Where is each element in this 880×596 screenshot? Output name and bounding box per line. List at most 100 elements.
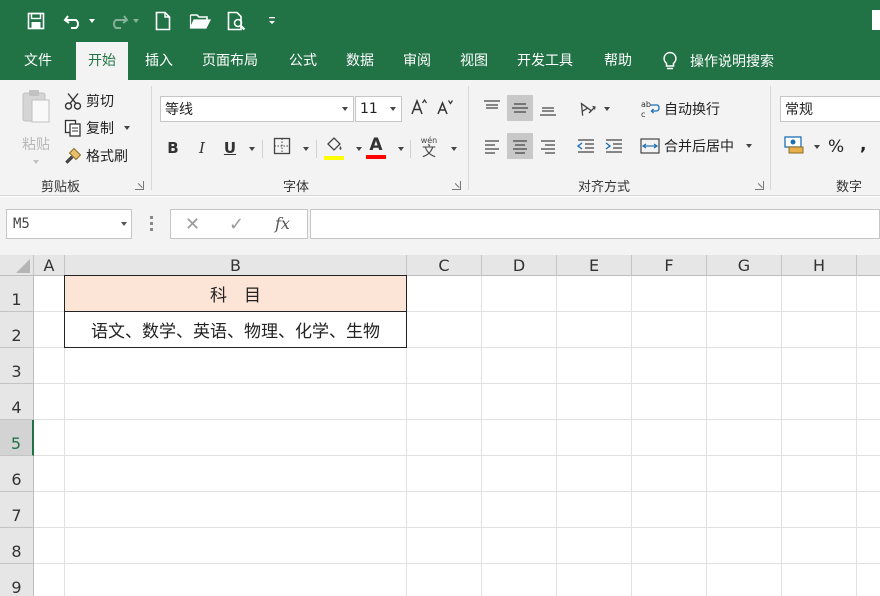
enter-icon[interactable]: ✓ [229,214,244,235]
underline-button[interactable]: U [218,136,242,160]
column-header-b[interactable]: B [65,255,407,276]
decrease-indent-button[interactable] [573,133,599,159]
cell-b1[interactable]: 科 目 [64,275,407,312]
tab-page-layout[interactable]: 页面布局 [190,42,270,80]
cancel-icon[interactable]: ✕ [185,214,200,235]
format-painter-button[interactable]: 格式刷 [64,145,128,167]
fill-color-dropdown-icon[interactable] [356,147,362,151]
row-header-5[interactable]: 5 [0,420,34,456]
merge-center-button[interactable]: 合并后居中 [640,133,752,159]
tab-home[interactable]: 开始 [76,42,128,80]
underline-dropdown-icon[interactable] [249,147,255,151]
lightbulb-icon [662,51,678,71]
orientation-dropdown-icon[interactable] [604,107,610,111]
comma-style-button[interactable]: , [860,133,866,157]
paste-dropdown-icon [33,160,39,164]
name-box-dropdown-icon[interactable] [121,222,127,226]
tab-formulas[interactable]: 公式 [277,42,329,80]
tab-data[interactable]: 数据 [334,42,386,80]
row-header-8[interactable]: 8 [0,528,34,564]
decrease-font-size-button[interactable] [435,97,455,121]
row-header-4[interactable]: 4 [0,384,34,420]
cell-b2[interactable]: 语文、数学、英语、物理、化学、生物 [64,311,407,348]
font-group-label: 字体 [283,180,310,195]
middle-align-button[interactable] [507,95,533,121]
tab-view[interactable]: 视图 [448,42,500,80]
column-header-a[interactable]: A [34,255,65,276]
tab-file[interactable]: 文件 [12,42,64,80]
undo-dropdown-icon[interactable] [86,8,98,34]
column-header-h[interactable]: H [782,255,857,276]
borders-dropdown-icon[interactable] [303,147,309,151]
phonetic-guide-button[interactable]: wén 文 [416,136,442,160]
cut-button[interactable]: 剪切 [64,90,114,112]
column-header-f[interactable]: F [632,255,707,276]
bold-button[interactable]: B [161,136,185,160]
insert-function-icon[interactable]: fx [275,214,290,233]
tab-insert[interactable]: 插入 [133,42,185,80]
group-separator [151,86,152,190]
align-right-button[interactable] [535,133,561,159]
alignment-launcher-icon[interactable] [755,181,764,190]
name-box[interactable]: M5 [6,209,132,239]
row-header-6[interactable]: 6 [0,456,34,492]
customize-qat-icon[interactable] [264,8,280,34]
formula-input[interactable] [310,209,880,239]
row-header-9[interactable]: 9 [0,564,34,596]
column-header-i[interactable] [857,255,880,276]
font-size-dropdown-icon[interactable] [385,97,401,121]
top-align-button[interactable] [479,95,505,121]
tell-me-label: 操作说明搜索 [690,54,774,70]
font-size-combo[interactable]: 11 [355,96,402,122]
tab-review[interactable]: 审阅 [391,42,443,80]
copy-dropdown-icon[interactable] [124,126,130,130]
tab-help[interactable]: 帮助 [592,42,644,80]
formula-bar-grip-icon[interactable] [150,216,153,232]
align-center-button[interactable] [507,133,533,159]
tell-me-search[interactable]: 操作说明搜索 [662,42,774,80]
accounting-dropdown-icon[interactable] [814,145,820,149]
orientation-button[interactable] [574,95,600,121]
font-color-dropdown-icon[interactable] [398,147,404,151]
open-folder-icon[interactable] [188,8,212,34]
tab-developer[interactable]: 开发工具 [505,42,585,80]
row-header-3[interactable]: 3 [0,348,34,384]
row-header-7[interactable]: 7 [0,492,34,528]
redo-dropdown-icon[interactable] [130,8,142,34]
italic-button[interactable]: I [190,136,214,160]
paste-button[interactable]: 粘贴 [16,88,56,168]
gridline-vertical [706,276,707,596]
select-all-button[interactable] [0,255,34,276]
undo-icon[interactable] [62,8,86,34]
bottom-align-button[interactable] [535,95,561,121]
font-name-combo[interactable]: 等线 [160,96,354,122]
copy-button[interactable]: 复制 [64,117,130,139]
column-header-c[interactable]: C [407,255,482,276]
print-preview-icon[interactable] [225,8,249,34]
column-header-e[interactable]: E [557,255,632,276]
number-format-combo[interactable]: 常规 [780,96,880,122]
clipboard-launcher-icon[interactable] [135,181,144,190]
row-header-1[interactable]: 1 [0,276,34,312]
clipboard-group-label: 剪贴板 [41,180,81,195]
percent-style-button[interactable]: % [828,135,844,159]
redo-icon[interactable] [106,8,130,34]
column-header-g[interactable]: G [707,255,782,276]
font-name-dropdown-icon[interactable] [337,97,353,121]
font-launcher-icon[interactable] [452,181,461,190]
align-left-button[interactable] [479,133,505,159]
font-color-button[interactable]: A [364,136,388,160]
increase-indent-button[interactable] [601,133,627,159]
borders-button[interactable] [270,136,294,160]
increase-font-size-button[interactable] [409,97,429,121]
new-file-icon[interactable] [152,8,174,34]
accounting-icon [784,135,806,159]
save-icon[interactable] [24,8,48,34]
accounting-format-button[interactable] [784,135,820,159]
row-header-2[interactable]: 2 [0,312,34,348]
column-header-d[interactable]: D [482,255,557,276]
merge-center-dropdown-icon[interactable] [746,144,752,148]
fill-color-button[interactable] [322,136,346,160]
phonetic-dropdown-icon[interactable] [451,147,457,151]
wrap-text-button[interactable]: ab c 自动换行 [640,96,720,122]
